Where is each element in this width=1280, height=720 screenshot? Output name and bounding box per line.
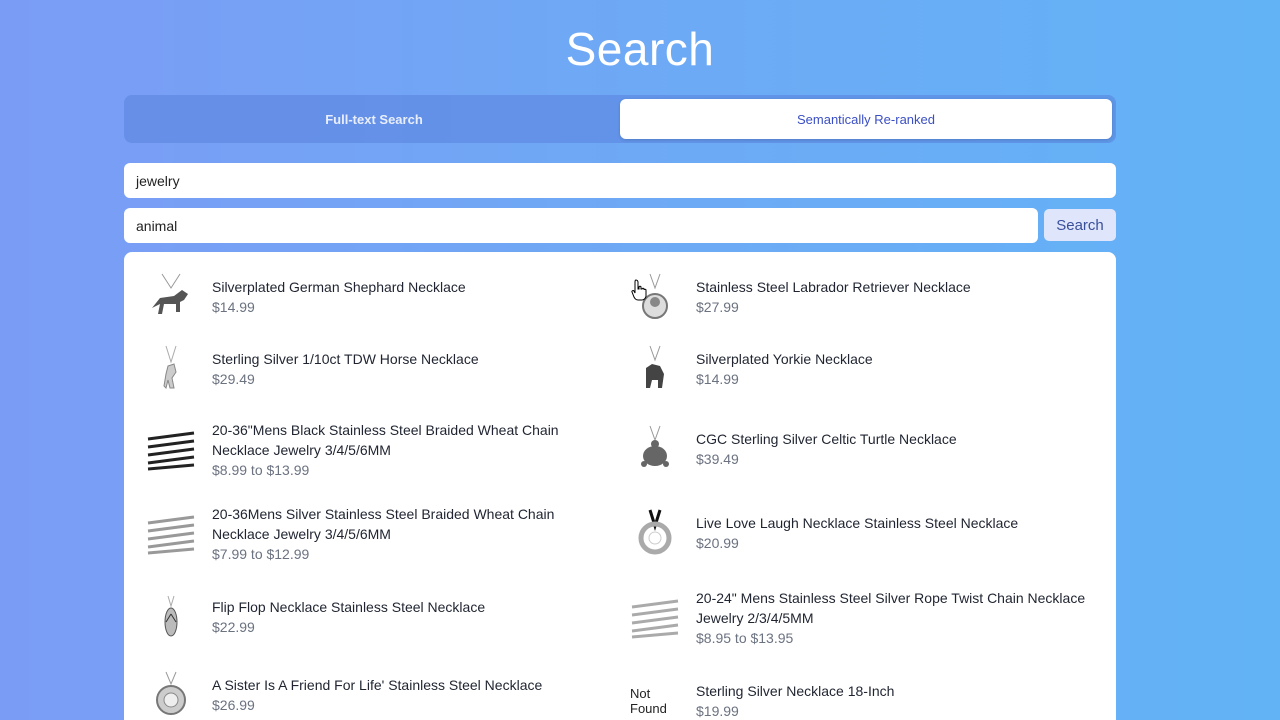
search-mode-tabs: Full-text Search Semantically Re-ranked bbox=[124, 95, 1116, 143]
broken-image-icon: Not Found bbox=[630, 676, 680, 720]
page-title: Search bbox=[565, 23, 715, 75]
result-price: $8.95 to $13.95 bbox=[696, 630, 794, 646]
dog-pendant-icon bbox=[630, 344, 680, 394]
list-item[interactable]: 20-24" Mens Stainless Steel Silver Rope … bbox=[630, 588, 1096, 648]
list-item[interactable]: Silverplated Yorkie Necklace $14.99 bbox=[630, 344, 1096, 394]
result-name: 20-24" Mens Stainless Steel Silver Rope … bbox=[696, 590, 1086, 626]
list-item[interactable]: A Sister Is A Friend For Life' Stainless… bbox=[146, 670, 596, 720]
result-name: Stainless Steel Labrador Retriever Neckl… bbox=[696, 279, 971, 295]
result-name: Sterling Silver 1/10ct TDW Horse Necklac… bbox=[212, 351, 479, 367]
result-price: $19.99 bbox=[696, 703, 739, 719]
locket-pendant-icon bbox=[146, 670, 196, 720]
result-name: Live Love Laugh Necklace Stainless Steel… bbox=[696, 515, 1019, 531]
result-price: $22.99 bbox=[212, 619, 255, 635]
pointer-cursor-icon bbox=[631, 279, 647, 301]
result-price: $29.49 bbox=[212, 371, 255, 387]
secondary-query-input[interactable]: animal bbox=[124, 208, 1038, 243]
tab-semantically-reranked[interactable]: Semantically Re-ranked bbox=[620, 99, 1112, 139]
result-price: $20.99 bbox=[696, 535, 739, 551]
list-item[interactable]: 20-36Mens Silver Stainless Steel Braided… bbox=[146, 504, 596, 564]
result-price: $14.99 bbox=[696, 371, 739, 387]
flip-flop-pendant-icon bbox=[146, 592, 196, 642]
list-item[interactable]: Silverplated German Shephard Necklace $1… bbox=[146, 272, 596, 322]
list-item[interactable]: 20-36"Mens Black Stainless Steel Braided… bbox=[146, 420, 596, 480]
result-price: $8.99 to $13.99 bbox=[212, 462, 310, 478]
list-item[interactable]: Live Love Laugh Necklace Stainless Steel… bbox=[630, 508, 1096, 558]
result-name: CGC Sterling Silver Celtic Turtle Neckla… bbox=[696, 431, 957, 447]
result-name: Flip Flop Necklace Stainless Steel Neckl… bbox=[212, 599, 486, 615]
result-price: $7.99 to $12.99 bbox=[212, 546, 310, 562]
result-name: Sterling Silver Necklace 18-Inch bbox=[696, 683, 895, 699]
result-price: $39.49 bbox=[696, 451, 739, 467]
result-name: Silverplated Yorkie Necklace bbox=[696, 351, 873, 367]
list-item[interactable]: Stainless Steel Labrador Retriever Neckl… bbox=[630, 272, 1096, 322]
result-name: 20-36Mens Silver Stainless Steel Braided… bbox=[212, 506, 555, 542]
search-button[interactable]: Search bbox=[1044, 209, 1116, 241]
results-panel: Silverplated German Shephard Necklace $1… bbox=[124, 252, 1116, 720]
chain-icon bbox=[630, 593, 680, 643]
list-item[interactable]: Not Found Sterling Silver Necklace 18-In… bbox=[630, 676, 1096, 720]
result-price: $27.99 bbox=[696, 299, 739, 315]
primary-query-input[interactable]: jewelry bbox=[124, 163, 1116, 198]
chain-icon bbox=[146, 425, 196, 475]
turtle-pendant-icon bbox=[630, 424, 680, 474]
list-item[interactable]: Flip Flop Necklace Stainless Steel Neckl… bbox=[146, 592, 596, 642]
chain-icon bbox=[146, 509, 196, 559]
list-item[interactable]: Sterling Silver 1/10ct TDW Horse Necklac… bbox=[146, 344, 596, 394]
result-name: Silverplated German Shephard Necklace bbox=[212, 279, 466, 295]
tab-full-text-search[interactable]: Full-text Search bbox=[128, 99, 620, 139]
result-name: A Sister Is A Friend For Life' Stainless… bbox=[212, 677, 543, 693]
dog-pendant-icon bbox=[146, 272, 196, 322]
list-item[interactable]: CGC Sterling Silver Celtic Turtle Neckla… bbox=[630, 424, 1096, 474]
result-price: $26.99 bbox=[212, 697, 255, 713]
result-price: $14.99 bbox=[212, 299, 255, 315]
image-alt-text: Not Found bbox=[630, 686, 667, 716]
horse-pendant-icon bbox=[146, 344, 196, 394]
ring-pendant-icon bbox=[630, 508, 680, 558]
result-name: 20-36"Mens Black Stainless Steel Braided… bbox=[212, 422, 559, 458]
